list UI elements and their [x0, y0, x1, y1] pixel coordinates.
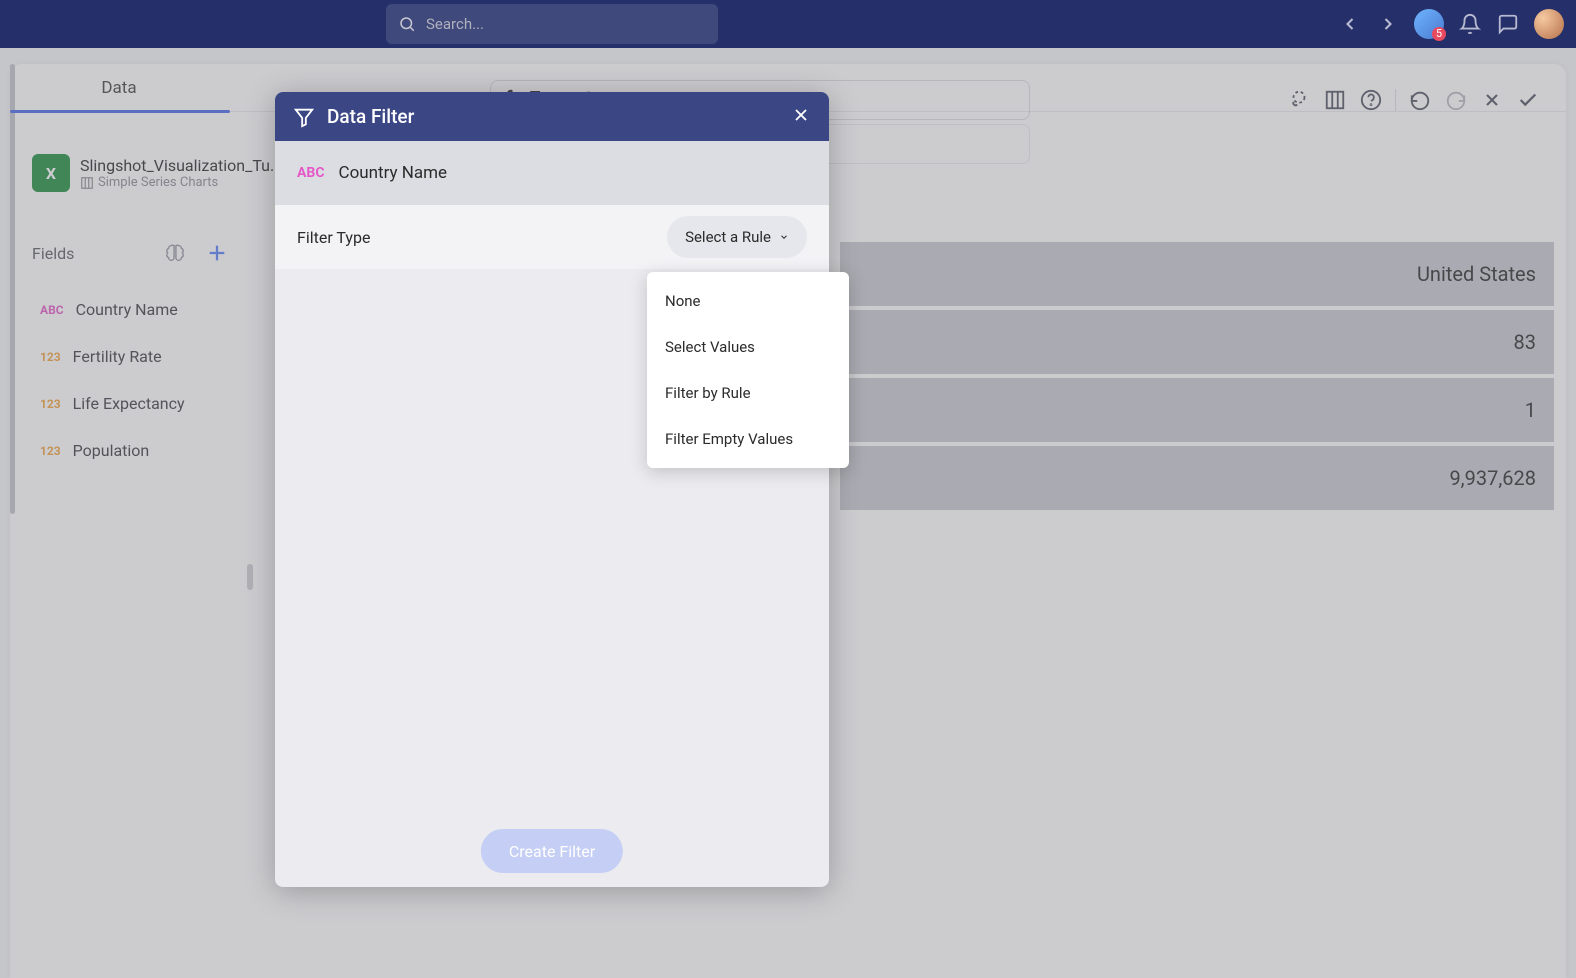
topbar-actions: 5 [1338, 9, 1564, 39]
user-avatar[interactable] [1534, 9, 1564, 39]
workspace-avatar[interactable]: 5 [1414, 9, 1444, 39]
chevron-down-icon [779, 231, 789, 243]
workspace: Data fe Expectancy X Slingshot_Visualiza… [0, 48, 1576, 978]
dropdown-option-filter-empty[interactable]: Filter Empty Values [647, 416, 849, 462]
search-input[interactable] [426, 15, 676, 33]
modal-header: Data Filter [275, 92, 829, 141]
select-rule-button[interactable]: Select a Rule [667, 216, 807, 258]
nav-forward-icon[interactable] [1376, 12, 1400, 36]
nav-back-icon[interactable] [1338, 12, 1362, 36]
modal-close-button[interactable] [791, 105, 811, 129]
filter-type-label: Filter Type [297, 228, 370, 247]
dropdown-option-none[interactable]: None [647, 278, 849, 324]
field-type-badge: ABC [297, 165, 325, 181]
filter-type-row: Filter Type Select a Rule [275, 205, 829, 269]
dropdown-option-filter-by-rule[interactable]: Filter by Rule [647, 370, 849, 416]
field-name-label: Country Name [339, 163, 448, 183]
modal-field-bar: ABC Country Name [275, 141, 829, 205]
data-filter-modal: Data Filter ABC Country Name Filter Type… [275, 92, 829, 887]
filter-icon [293, 106, 315, 128]
comments-icon[interactable] [1496, 12, 1520, 36]
avatar-badge: 5 [1432, 27, 1446, 41]
create-filter-button[interactable]: Create Filter [481, 829, 623, 873]
search-icon [398, 15, 416, 33]
global-search[interactable] [386, 4, 718, 44]
top-bar: 5 [0, 0, 1576, 48]
notifications-icon[interactable] [1458, 12, 1482, 36]
modal-title: Data Filter [327, 105, 414, 128]
dropdown-option-select-values[interactable]: Select Values [647, 324, 849, 370]
rule-dropdown: None Select Values Filter by Rule Filter… [647, 272, 849, 468]
